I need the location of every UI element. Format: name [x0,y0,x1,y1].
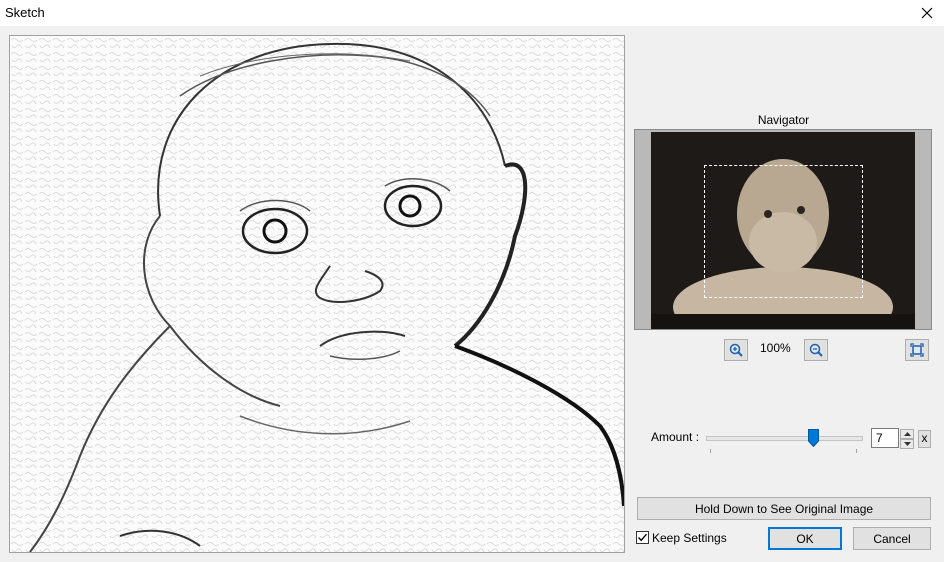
amount-spin-down[interactable] [900,439,914,449]
zoom-in-icon [729,343,743,357]
slider-tick-min [710,449,711,453]
amount-spin-up[interactable] [900,429,914,439]
cancel-button[interactable]: Cancel [853,527,931,550]
zoom-out-button[interactable] [804,339,828,361]
navigator-panel[interactable] [634,129,932,330]
amount-reset-button[interactable]: x [918,430,931,448]
keep-settings-checkbox[interactable] [636,531,649,544]
zoom-level: 100% [760,341,791,355]
chevron-up-icon [903,432,911,436]
amount-slider-track[interactable] [706,436,863,441]
fit-to-window-button[interactable] [905,339,929,361]
zoom-out-icon [809,343,823,357]
keep-settings-label[interactable]: Keep Settings [652,531,727,545]
hold-original-button[interactable]: Hold Down to See Original Image [637,497,931,520]
fit-to-window-icon [910,343,924,357]
zoom-in-button[interactable] [724,339,748,361]
sketch-preview-image [10,36,624,552]
window-title: Sketch [5,5,45,20]
navigator-label: Navigator [757,113,810,127]
navigator-thumbnail[interactable] [651,132,915,329]
navigator-viewport-box[interactable] [704,165,863,298]
amount-slider-thumb[interactable] [808,429,819,447]
checkmark-icon [637,533,648,542]
chevron-down-icon [903,442,911,446]
sketch-preview[interactable] [9,35,625,553]
amount-input[interactable]: 7 [871,428,899,448]
slider-tick-max [856,449,857,453]
ok-button[interactable]: OK [768,527,842,550]
amount-label: Amount : [651,430,700,444]
close-button[interactable] [910,0,944,26]
close-icon [921,7,933,19]
title-bar: Sketch [0,0,944,26]
